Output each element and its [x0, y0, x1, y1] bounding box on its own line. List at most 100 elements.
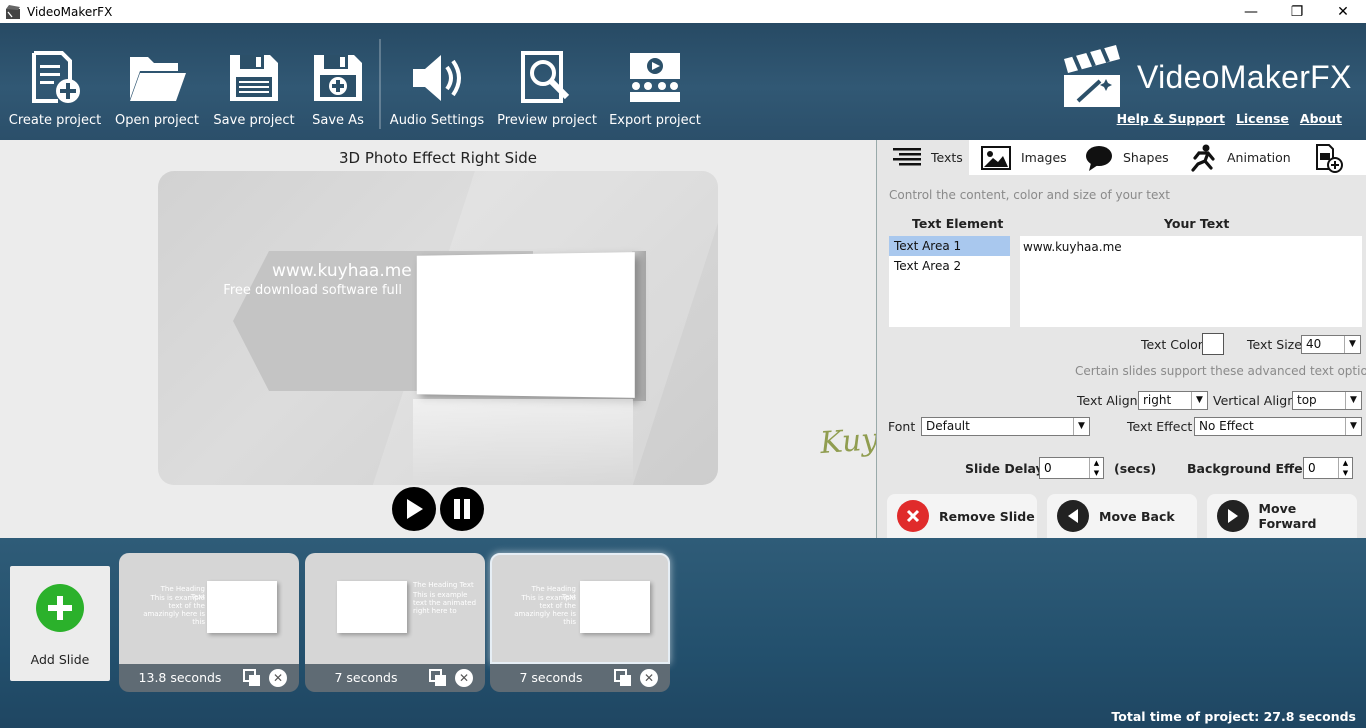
open-project-label: Open project	[115, 113, 199, 128]
delete-slide-button[interactable]: ✕	[455, 669, 473, 687]
delete-slide-button[interactable]: ✕	[640, 669, 658, 687]
save-as-button[interactable]: Save As	[304, 23, 372, 140]
tab-images-label: Images	[1021, 150, 1067, 165]
delete-slide-button[interactable]: ✕	[269, 669, 287, 687]
chevron-down-icon: ▼	[1344, 336, 1360, 353]
photo-card	[416, 252, 635, 398]
text-element-header: Text Element	[912, 216, 1004, 231]
arrow-left-icon	[1057, 500, 1089, 532]
background-effect-spinner[interactable]: 0 ▲ ▼	[1303, 457, 1353, 479]
brand-logo: VideoMakerFX	[1060, 39, 1360, 109]
tab-animation[interactable]: Animation	[1189, 140, 1299, 175]
close-window-button[interactable]: ✕	[1320, 0, 1366, 23]
tab-shapes-label: Shapes	[1123, 150, 1169, 165]
duplicate-icon[interactable]	[429, 669, 447, 687]
maximize-button[interactable]: ❐	[1274, 0, 1320, 23]
save-project-label: Save project	[213, 113, 295, 128]
slide-delay-spinner[interactable]: 0 ▲ ▼	[1039, 457, 1104, 479]
toolbar-separator	[379, 39, 381, 129]
audio-settings-button[interactable]: Audio Settings	[389, 23, 485, 140]
tab-animation-label: Animation	[1227, 150, 1291, 165]
tab-images[interactable]: Images	[981, 140, 1081, 175]
stepper-arrows-icon: ▲ ▼	[1338, 458, 1352, 478]
plus-icon	[36, 584, 84, 632]
slide-duration: 7 seconds	[519, 670, 583, 685]
tab-shapes[interactable]: Shapes	[1085, 140, 1185, 175]
minimize-button[interactable]: —	[1228, 0, 1274, 23]
your-text-input[interactable]: www.kuyhaa.me	[1020, 236, 1362, 327]
text-size-label: Text Size	[1247, 337, 1302, 352]
create-project-button[interactable]: Create project	[9, 23, 101, 140]
preview-text-1: www.kuyhaa.me	[272, 261, 412, 281]
slide-info-bar: 7 seconds ✕	[305, 664, 485, 692]
save-as-label: Save As	[312, 113, 364, 128]
list-item[interactable]: Text Area 1	[889, 236, 1010, 256]
texts-hint: Control the content, color and size of y…	[889, 188, 1170, 202]
play-button[interactable]	[392, 487, 436, 531]
chevron-down-icon: ▼	[1345, 392, 1361, 409]
preview-project-button[interactable]: Preview project	[497, 23, 597, 140]
chevron-down-icon: ▼	[1073, 418, 1089, 435]
properties-panel: Texts Images Shapes Animation Control th…	[876, 140, 1366, 538]
export-project-button[interactable]: Export project	[609, 23, 701, 140]
move-back-button[interactable]: Move Back	[1047, 494, 1197, 538]
chevron-down-icon: ▼	[1345, 418, 1361, 435]
stepper-arrows-icon: ▲ ▼	[1089, 458, 1103, 478]
save-project-button[interactable]: Save project	[213, 23, 295, 140]
floppy-disk-icon	[230, 55, 278, 101]
audio-settings-label: Audio Settings	[389, 113, 485, 128]
pause-button[interactable]	[440, 487, 484, 531]
slide-duration: 7 seconds	[334, 670, 398, 685]
help-support-link[interactable]: Help & Support	[1117, 111, 1225, 126]
text-lines-icon	[893, 147, 921, 165]
tab-add-element[interactable]	[1313, 140, 1353, 175]
text-size-select[interactable]: 40 ▼	[1301, 335, 1361, 354]
open-project-button[interactable]: Open project	[115, 23, 199, 140]
running-figure-icon	[1191, 144, 1215, 172]
add-slide-button[interactable]: Add Slide	[10, 566, 110, 681]
text-color-picker[interactable]	[1202, 333, 1224, 355]
text-align-select[interactable]: right ▼	[1138, 391, 1208, 410]
speech-bubble-icon	[1086, 145, 1112, 171]
move-forward-button[interactable]: Move Forward	[1207, 494, 1357, 538]
slide-info-bar: 7 seconds ✕	[490, 664, 670, 692]
text-effect-select[interactable]: No Effect ▼	[1194, 417, 1362, 436]
your-text-header: Your Text	[1164, 216, 1230, 231]
slide-preview-area: 3D Photo Effect Right Side www.kuyhaa.me…	[0, 140, 876, 538]
license-link[interactable]: License	[1236, 111, 1289, 126]
main-toolbar: Create project Open project Save project…	[0, 23, 1366, 140]
vertical-align-label: Vertical Align	[1213, 393, 1296, 408]
text-color-label: Text Color	[1141, 337, 1203, 352]
slide-thumbnail[interactable]: The Heading Text This is example text of…	[119, 553, 299, 664]
remove-slide-button[interactable]: Remove Slide	[887, 494, 1037, 538]
export-project-label: Export project	[609, 113, 701, 128]
preview-text-2: Free download software full	[223, 283, 402, 298]
preview-project-label: Preview project	[497, 113, 597, 128]
font-select[interactable]: Default ▼	[921, 417, 1090, 436]
brand-name: VideoMakerFX	[1137, 59, 1352, 95]
picture-icon	[981, 145, 1011, 170]
folder-icon	[130, 57, 186, 101]
pause-icon	[454, 499, 470, 519]
total-project-time: Total time of project: 27.8 seconds	[1111, 709, 1356, 724]
advanced-hint: Certain slides support these advanced te…	[1075, 364, 1366, 378]
duplicate-icon[interactable]	[243, 669, 261, 687]
title-bar: VideoMakerFX — ❐ ✕	[0, 0, 1366, 23]
slide-info-bar: 13.8 seconds ✕	[119, 664, 299, 692]
slide-thumbnail[interactable]: The Heading Text This is example text th…	[305, 553, 485, 664]
add-media-icon	[1316, 143, 1343, 173]
vertical-align-select[interactable]: top ▼	[1292, 391, 1362, 410]
secs-label: (secs)	[1114, 461, 1157, 476]
background-effect-label: Background Effect	[1187, 461, 1317, 476]
slide-stage: www.kuyhaa.me Free download software ful…	[158, 171, 718, 485]
audience-screen-icon	[630, 53, 680, 102]
remove-x-icon	[897, 500, 929, 532]
duplicate-icon[interactable]	[614, 669, 632, 687]
slide-thumbnail-selected[interactable]: The Heading Text This is example text of…	[490, 553, 670, 664]
chevron-down-icon: ▼	[1191, 392, 1207, 409]
tab-texts[interactable]: Texts	[877, 140, 969, 175]
text-effect-label: Text Effect	[1127, 419, 1193, 434]
slide-duration: 13.8 seconds	[138, 670, 222, 685]
about-link[interactable]: About	[1300, 111, 1342, 126]
list-item[interactable]: Text Area 2	[889, 256, 1010, 276]
